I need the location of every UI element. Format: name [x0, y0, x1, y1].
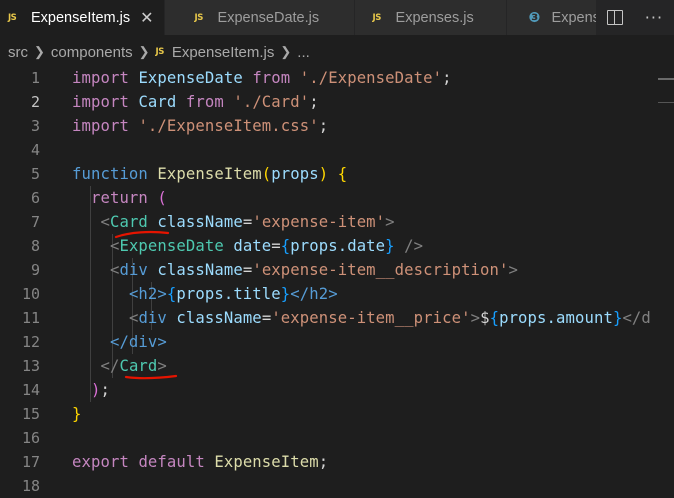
chevron-right-icon: ❯ — [138, 44, 150, 59]
code-line: 9 <div className='expense-item__descript… — [0, 258, 674, 282]
code-text: import ExpenseDate from './ExpenseDate'; — [72, 69, 452, 87]
line-number: 1 — [30, 69, 40, 87]
code-line: 8 <ExpenseDate date={props.date} /> — [0, 234, 674, 258]
line-number: 8 — [30, 237, 40, 255]
code-text: <h2>{props.title}</h2> — [128, 285, 338, 303]
tab-expenses[interactable]: JS Expenses.js — [354, 0, 507, 35]
tab-label: ExpenseDate.js — [217, 9, 320, 26]
code-text: function ExpenseItem(props) { — [72, 165, 348, 183]
line-number: 7 — [30, 213, 40, 231]
code-line: 5 function ExpenseItem(props) { — [0, 162, 674, 186]
line-number: 6 — [30, 189, 40, 207]
tab-expensedate[interactable]: JS ExpenseDate.js — [164, 0, 355, 35]
code-editor[interactable]: 1 import ExpenseDate from './ExpenseDate… — [0, 66, 674, 495]
tab-bar: JS ExpenseItem.js ✕ JS ExpenseDate.js JS… — [0, 0, 674, 35]
split-editor-icon[interactable] — [606, 10, 623, 25]
code-line: 15 } — [0, 402, 674, 426]
tab-label: Expens — [551, 9, 600, 26]
line-number: 14 — [21, 381, 40, 399]
chevron-right-icon: ❯ — [34, 44, 45, 59]
line-number: 17 — [21, 453, 40, 471]
code-text: <div className='expense-item__price'>${p… — [128, 309, 651, 327]
code-text: ); — [90, 381, 110, 399]
close-icon[interactable]: ✕ — [140, 8, 153, 28]
chevron-right-icon: ❯ — [280, 44, 292, 59]
code-line: 17 export default ExpenseItem; — [0, 450, 674, 474]
js-file-icon: JS — [155, 47, 165, 57]
minimap-marker — [658, 78, 674, 80]
line-number: 9 — [30, 261, 40, 279]
js-file-icon: JS — [8, 12, 17, 23]
line-number: 15 — [21, 405, 40, 423]
tab-expenseitem[interactable]: JS ExpenseItem.js ✕ — [0, 0, 165, 35]
code-line: 18 — [0, 474, 674, 498]
line-number: 13 — [21, 357, 40, 375]
editor-actions: ··· — [596, 0, 674, 35]
code-text: </div> — [109, 333, 167, 351]
line-number: 16 — [21, 429, 40, 447]
line-number: 2 — [30, 93, 40, 111]
line-number: 10 — [21, 285, 40, 303]
breadcrumb: src ❯ components ❯ JS ExpenseItem.js ❯ .… — [0, 40, 674, 64]
code-line: 11 <div className='expense-item__price'>… — [0, 306, 674, 330]
css-file-icon: ❸ — [528, 9, 541, 26]
code-line: 12 </div> — [0, 330, 674, 354]
code-text: import Card from './Card'; — [72, 93, 319, 111]
code-line: 13 </Card> — [0, 354, 674, 378]
breadcrumb-components[interactable]: components — [51, 44, 133, 61]
line-number: 5 — [30, 165, 40, 183]
code-line: 16 — [0, 426, 674, 450]
js-file-icon: JS — [372, 12, 382, 23]
code-line: 2 import Card from './Card'; — [0, 90, 674, 114]
code-line: 4 — [0, 138, 674, 162]
code-line: 3 import './ExpenseItem.css'; — [0, 114, 674, 138]
code-text: return ( — [90, 189, 167, 207]
breadcrumb-symbol[interactable]: ... — [297, 44, 310, 61]
minimap-marker — [658, 102, 674, 103]
code-line: 14 ); — [0, 378, 674, 402]
line-number: 3 — [30, 117, 40, 135]
breadcrumb-src[interactable]: src — [8, 44, 28, 61]
code-line: 6 return ( — [0, 186, 674, 210]
code-text: <div className='expense-item__descriptio… — [109, 261, 519, 279]
code-text: <Card className='expense-item'> — [100, 213, 395, 231]
code-line: 1 import ExpenseDate from './ExpenseDate… — [0, 66, 674, 90]
code-text: } — [72, 405, 82, 423]
line-number: 11 — [21, 309, 40, 327]
breadcrumb-file[interactable]: ExpenseItem.js — [172, 44, 275, 61]
code-text: import './ExpenseItem.css'; — [72, 117, 329, 135]
tab-label: Expenses.js — [395, 9, 474, 26]
code-line: 7 <Card className='expense-item'> — [0, 210, 674, 234]
more-actions-icon[interactable]: ··· — [645, 8, 663, 27]
code-text: <ExpenseDate date={props.date} /> — [109, 237, 424, 255]
js-file-icon: JS — [194, 12, 204, 23]
code-text: export default ExpenseItem; — [72, 453, 329, 471]
code-text: </Card> — [100, 357, 167, 375]
tab-label: ExpenseItem.js — [31, 9, 131, 26]
line-number: 4 — [30, 141, 40, 159]
line-number: 18 — [21, 477, 40, 495]
line-number: 12 — [21, 333, 40, 351]
code-line: 10 <h2>{props.title}</h2> — [0, 282, 674, 306]
